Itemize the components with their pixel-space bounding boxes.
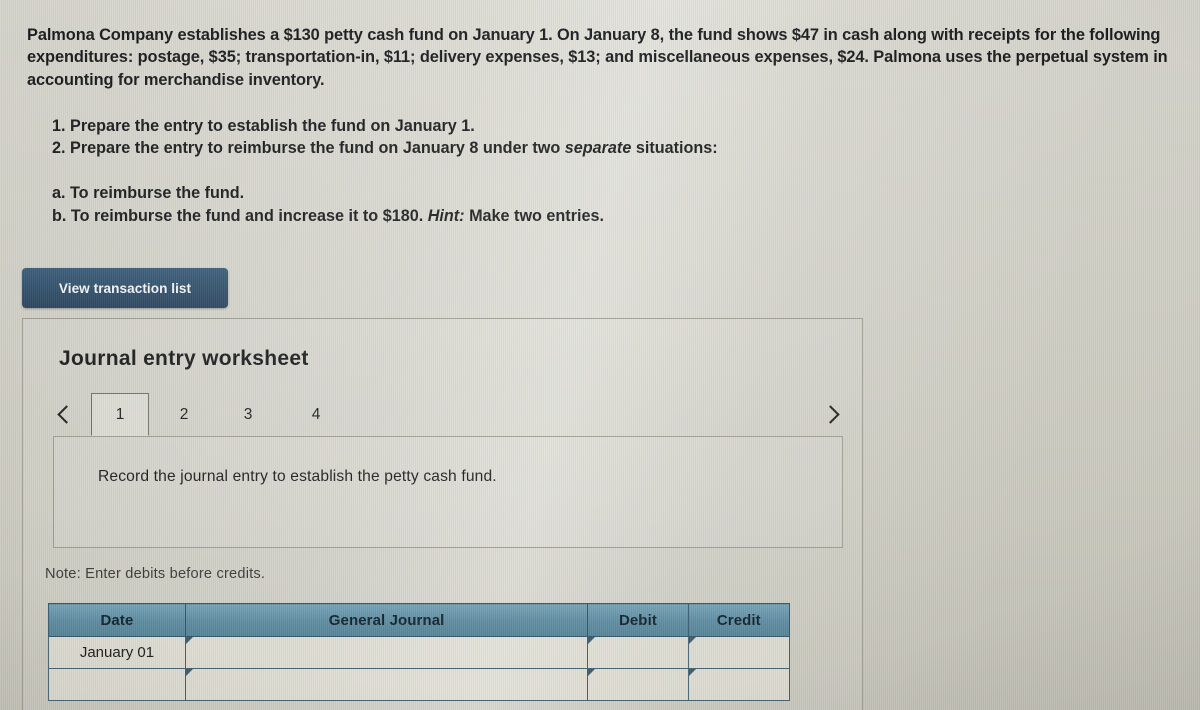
tab-prev-button[interactable]	[53, 399, 79, 429]
column-header-debit: Debit	[587, 603, 689, 637]
requirement-2-text-after: situations:	[635, 139, 718, 158]
table-row	[48, 668, 791, 701]
column-header-credit: Credit	[687, 603, 791, 637]
requirement-2-text-before: Prepare the entry to reimburse the fund …	[70, 139, 561, 158]
page-root: Palmona Company establishes a $130 petty…	[0, 0, 1200, 710]
cell-debit-row-2[interactable]	[587, 668, 689, 701]
column-header-date: Date	[48, 603, 186, 637]
requirements-sublist: a. To reimburse the fund. b. To reimburs…	[52, 182, 882, 228]
cell-date-row-2[interactable]	[48, 668, 186, 701]
requirement-b-text-after: Make two entries.	[469, 207, 605, 225]
worksheet-tab-1-label: 1	[115, 405, 125, 423]
worksheet-tab-3[interactable]: 3	[225, 393, 271, 436]
worksheet-tab-4[interactable]: 4	[293, 393, 339, 436]
tab-next-button[interactable]	[817, 399, 843, 429]
problem-statement: Palmona Company establishes a $130 petty…	[27, 26, 1168, 89]
requirement-item-2: 2. Prepare the entry to reimburse the fu…	[52, 137, 882, 159]
chevron-left-icon	[56, 404, 76, 424]
requirement-1-text: Prepare the entry to establish the fund …	[70, 117, 475, 135]
chevron-right-icon	[820, 404, 840, 424]
requirements-list: 1. Prepare the entry to establish the fu…	[52, 115, 882, 160]
view-transaction-list-button[interactable]: View transaction list	[22, 268, 228, 308]
worksheet-tab-strip: 1 2 3 4	[53, 393, 843, 437]
debits-before-credits-note: Note: Enter debits before credits.	[45, 566, 266, 582]
requirement-1-number: 1.	[52, 117, 66, 135]
requirement-item-1: 1. Prepare the entry to establish the fu…	[52, 115, 882, 137]
journal-table-header-row: Date General Journal Debit Credit	[48, 603, 791, 637]
record-instruction-box: Record the journal entry to establish th…	[53, 436, 843, 548]
worksheet-tab-1[interactable]: 1	[91, 393, 149, 436]
worksheet-tab-4-label: 4	[311, 405, 321, 423]
cell-date-row-1[interactable]: January 01	[48, 636, 186, 669]
record-instruction-text: Record the journal entry to establish th…	[98, 468, 497, 485]
worksheet-title: Journal entry worksheet	[59, 347, 309, 370]
worksheet-tab-2[interactable]: 2	[161, 393, 207, 436]
worksheet-tab-2-label: 2	[179, 405, 189, 423]
requirement-b-hint-label: Hint:	[427, 207, 465, 225]
worksheet-tab-3-label: 3	[243, 405, 253, 423]
requirement-b-text-before: b. To reimburse the fund and increase it…	[52, 207, 424, 225]
cell-general-journal-row-1[interactable]	[184, 636, 589, 669]
requirement-2-emphasis: separate	[564, 139, 632, 158]
cell-debit-row-1[interactable]	[587, 636, 689, 669]
cell-credit-row-2[interactable]	[687, 668, 791, 701]
cell-general-journal-row-2[interactable]	[184, 668, 589, 701]
table-row: January 01	[48, 636, 791, 669]
requirement-item-a: a. To reimburse the fund.	[52, 184, 245, 202]
requirement-2-number: 2.	[52, 139, 66, 158]
journal-entry-table: Date General Journal Debit Credit Januar…	[48, 603, 791, 701]
requirement-item-b: b. To reimburse the fund and increase it…	[52, 205, 882, 228]
column-header-general-journal: General Journal	[184, 603, 589, 637]
cell-credit-row-1[interactable]	[687, 636, 791, 669]
journal-entry-worksheet-panel: Journal entry worksheet 1 2 3 4 Record t…	[22, 318, 863, 710]
